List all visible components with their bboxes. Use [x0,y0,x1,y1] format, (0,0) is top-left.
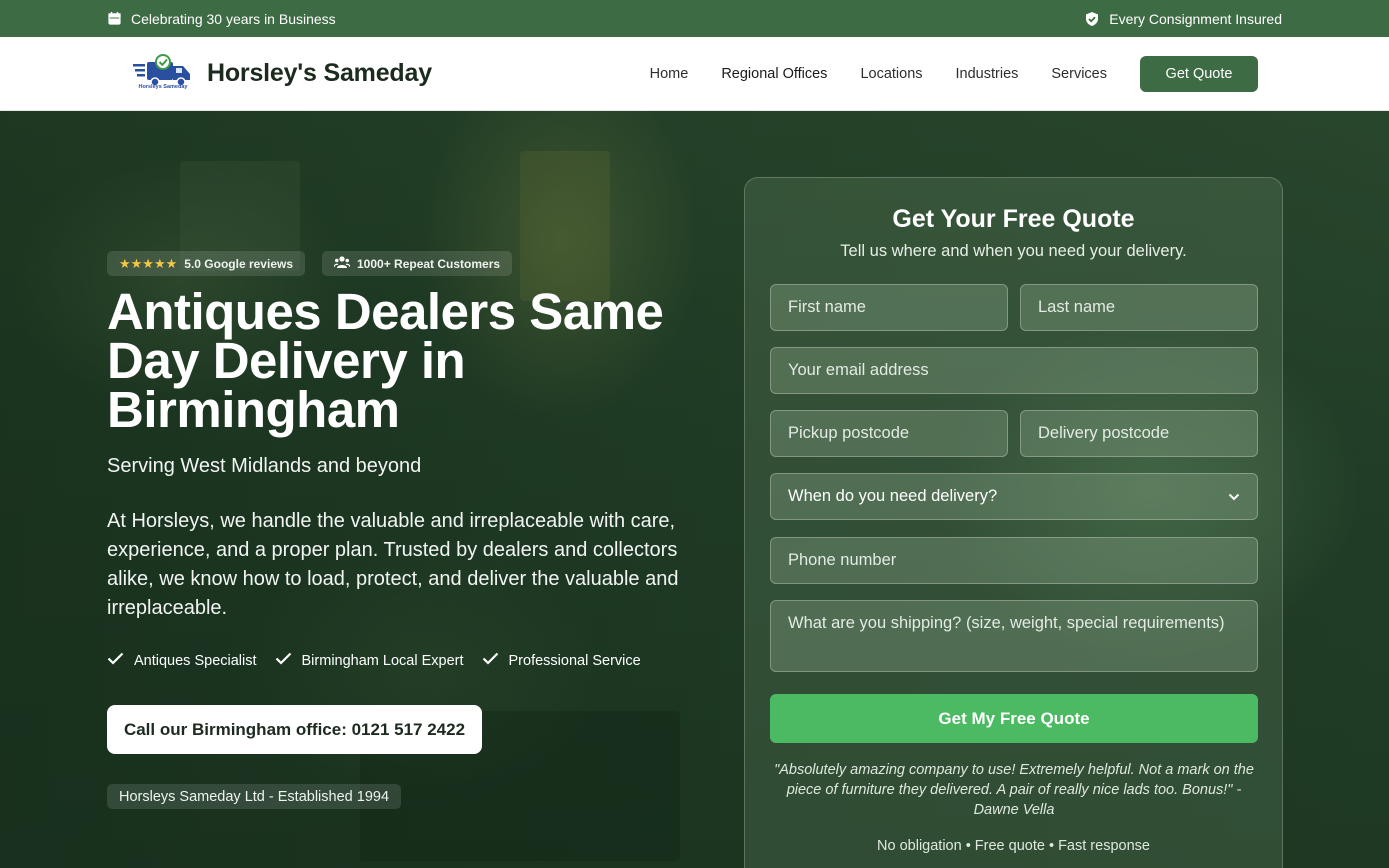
form-footer-note: No obligation • Free quote • Fast respon… [877,838,1150,854]
feature-item: Antiques Specialist [107,652,257,669]
get-quote-button[interactable]: Get Quote [1140,55,1258,92]
first-name-input[interactable] [770,284,1008,331]
anniversary-notice: Celebrating 30 years in Business [107,11,336,27]
main-nav: Home Regional Offices Locations Industri… [617,55,1258,92]
quote-form-card: Get Your Free Quote Tell us where and wh… [744,177,1283,868]
testimonial: "Absolutely amazing company to use! Extr… [774,762,1254,818]
delivery-time-value: When do you need delivery? [788,487,998,505]
feature-label: Professional Service [508,652,641,669]
hero-subtitle: Serving West Midlands and beyond [107,455,422,477]
established-badge: Horsleys Sameday Ltd - Established 1994 [107,784,402,809]
feature-item: Birmingham Local Expert [275,652,464,669]
last-name-input[interactable] [1020,284,1258,331]
feature-label: Birmingham Local Expert [301,652,464,669]
nav-regional-offices[interactable]: Regional Offices [721,66,827,82]
form-title: Get Your Free Quote [892,205,1135,233]
checkmark-icon [275,652,292,669]
delivery-time-select[interactable]: When do you need delivery? [770,473,1258,520]
insurance-notice: Every Consignment Insured [1084,11,1282,27]
calendar-icon [107,11,122,26]
checkmark-icon [107,652,124,669]
google-reviews-text: 5.0 Google reviews [184,256,293,271]
shield-check-icon [1084,11,1100,27]
chevron-down-icon [1228,487,1240,506]
trust-badges: ★★★★★ 5.0 Google reviews 1000+ Repeat Cu… [107,251,513,276]
page-title: Antiques Dealers Same Day Delivery in Bi… [107,283,664,438]
pickup-postcode-input[interactable] [770,410,1008,457]
nav-locations[interactable]: Locations [860,66,922,82]
site-header: Horsleys Sameday Horsley's Sameday Home … [0,37,1389,111]
call-office-button[interactable]: Call our Birmingham office: 0121 517 242… [107,705,482,754]
hero-description: At Horsleys, we handle the valuable and … [107,510,679,619]
shipping-details-textarea[interactable] [770,600,1258,672]
checkmark-icon [482,652,499,669]
google-reviews-badge: ★★★★★ 5.0 Google reviews [107,251,305,276]
submit-quote-button[interactable]: Get My Free Quote [770,694,1258,743]
nav-home[interactable]: Home [650,66,689,82]
announcement-bar: Celebrating 30 years in Business Every C… [0,0,1389,37]
insurance-text: Every Consignment Insured [1109,10,1282,27]
star-rating-icon: ★★★★★ [119,255,178,271]
truck-logo-icon: Horsleys Sameday [133,53,193,94]
feature-item: Professional Service [482,652,641,669]
delivery-postcode-input[interactable] [1020,410,1258,457]
nav-services[interactable]: Services [1051,66,1107,82]
phone-input[interactable] [770,537,1258,584]
nav-industries[interactable]: Industries [956,66,1019,82]
hero-section: ★★★★★ 5.0 Google reviews 1000+ Repeat Cu… [0,111,1389,868]
anniversary-text: Celebrating 30 years in Business [131,10,336,27]
logo-caption: Horsleys Sameday [138,83,188,90]
repeat-customers-badge: 1000+ Repeat Customers [322,251,513,276]
feature-list: Antiques Specialist Birmingham Local Exp… [107,652,641,669]
form-subtitle: Tell us where and when you need your del… [840,242,1187,260]
brand[interactable]: Horsleys Sameday Horsley's Sameday [133,53,432,94]
users-icon [333,255,351,272]
repeat-customers-text: 1000+ Repeat Customers [357,256,501,271]
brand-name: Horsley's Sameday [207,59,432,87]
feature-label: Antiques Specialist [134,652,257,669]
email-input[interactable] [770,347,1258,394]
